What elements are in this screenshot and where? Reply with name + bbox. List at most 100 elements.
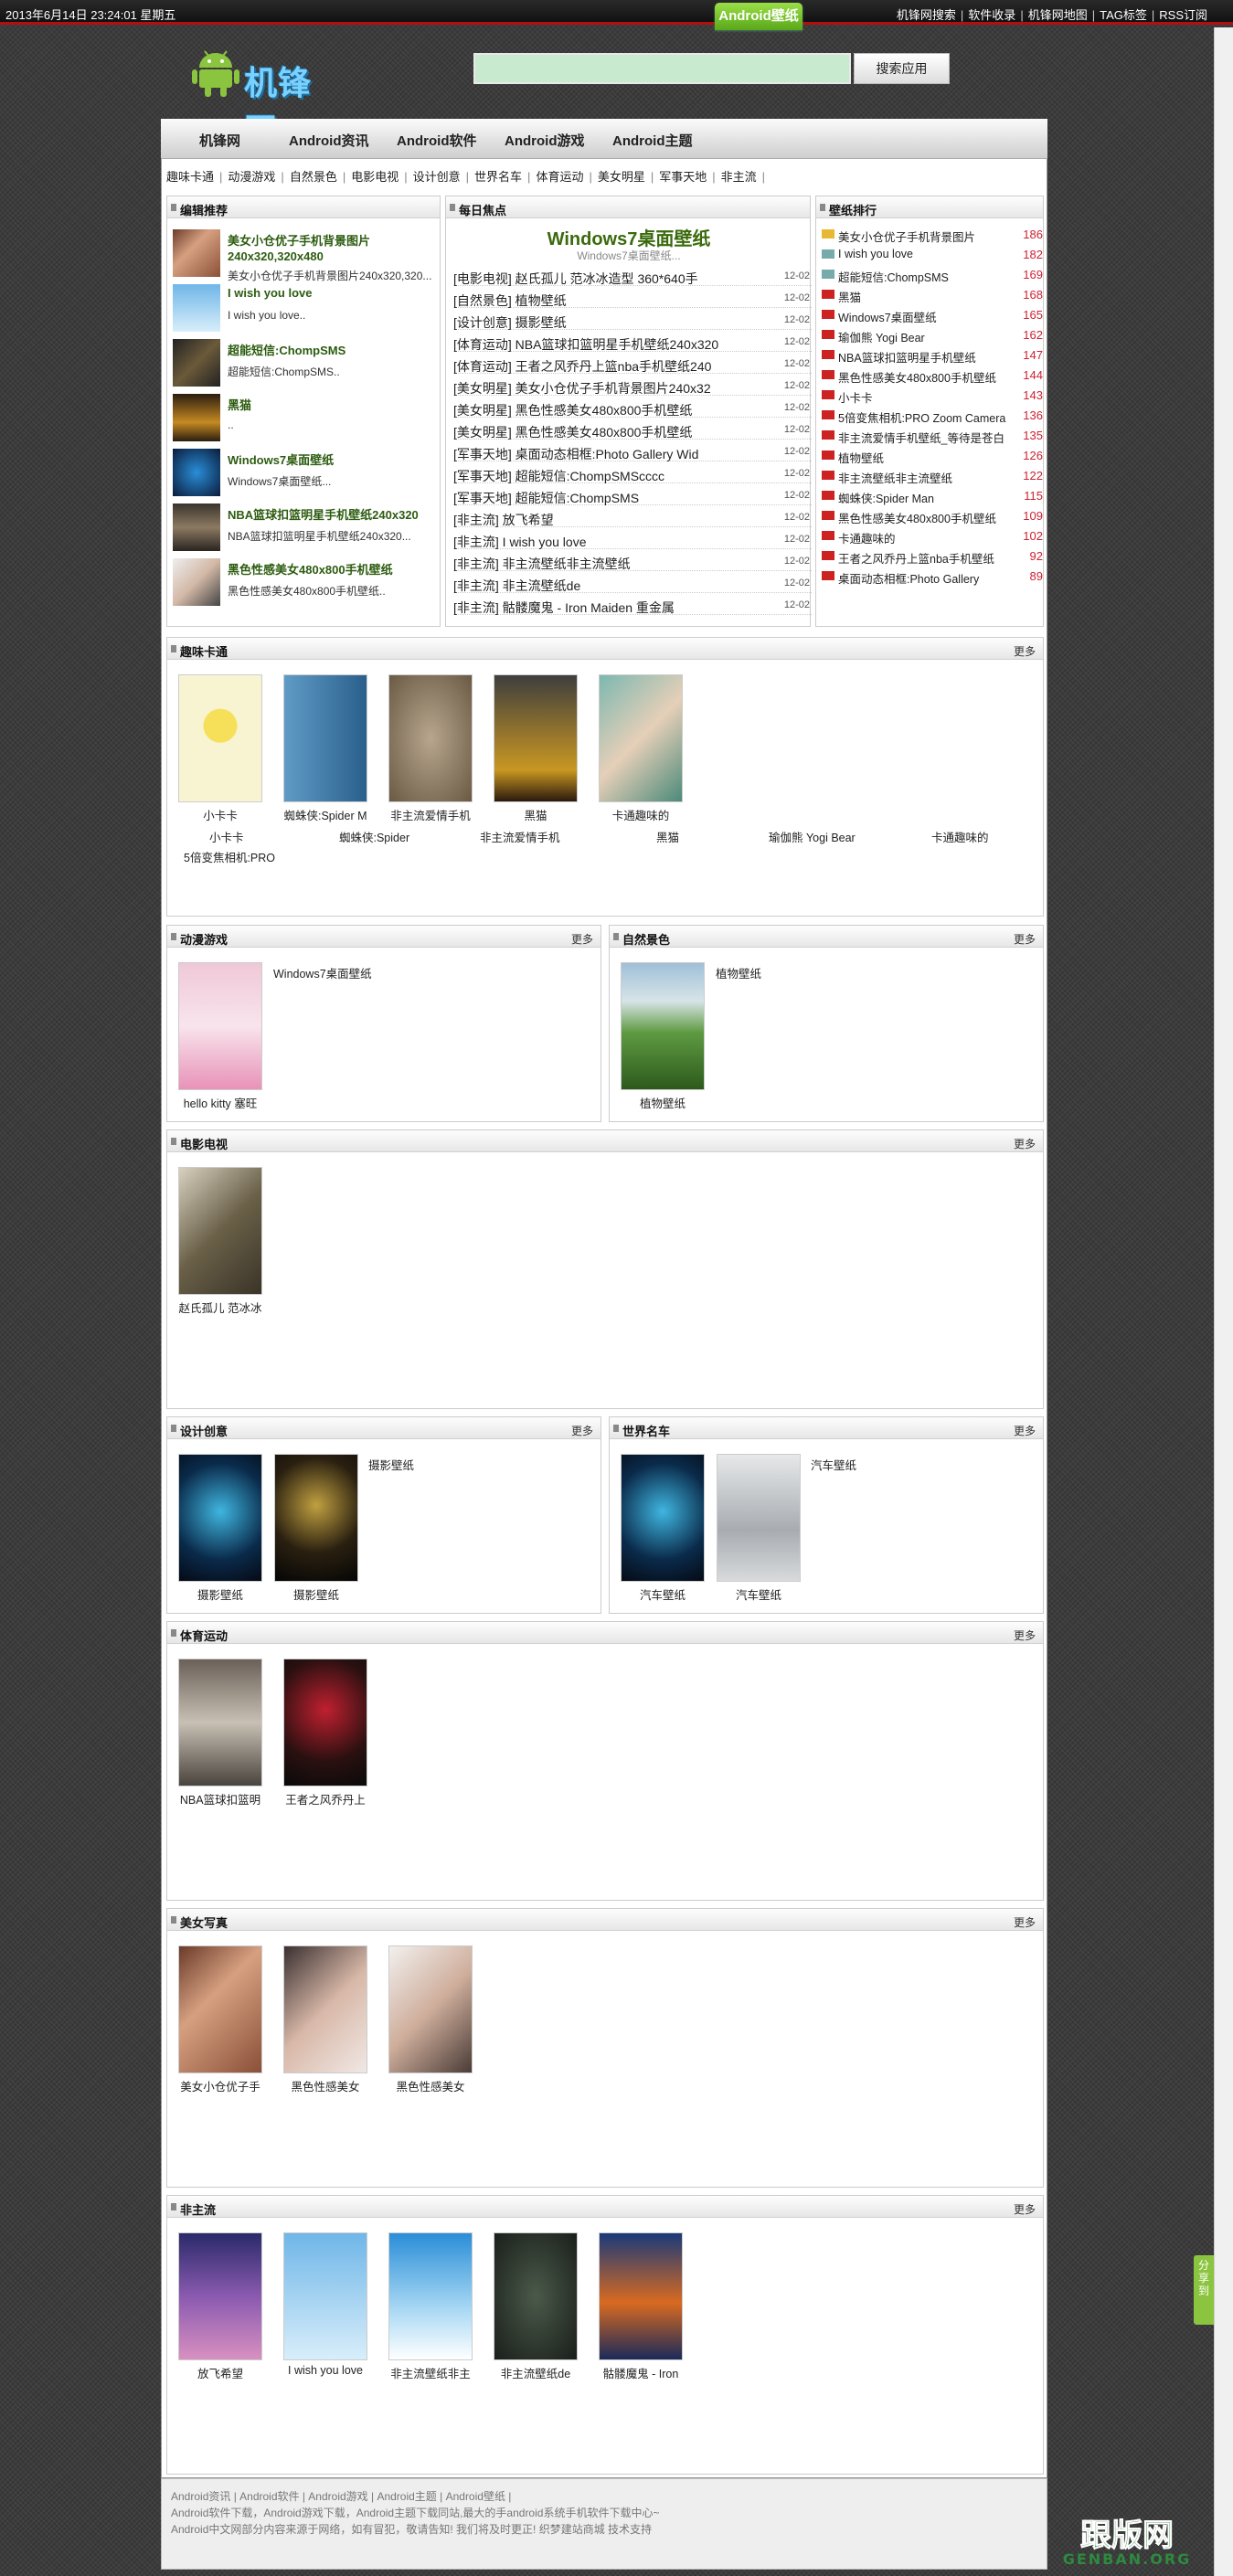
share-button[interactable]: 分享到 bbox=[1194, 2255, 1214, 2325]
rank-item-name[interactable]: 5倍变焦相机:PRO Zoom Camera bbox=[838, 408, 1012, 426]
focus-item-title[interactable]: [军事天地] 超能短信:ChompSMScccc bbox=[453, 467, 769, 485]
thumb-image[interactable] bbox=[717, 1454, 801, 1582]
rank-item-name[interactable]: 桌面动态相框:Photo Gallery bbox=[838, 569, 1012, 587]
thumb-image[interactable] bbox=[283, 1659, 367, 1786]
subnav-cars[interactable]: 世界名车 bbox=[474, 170, 522, 184]
focus-item-title[interactable]: [电影电视] 赵氏孤儿 范冰冰造型 360*640手 bbox=[453, 270, 769, 288]
nav-themes[interactable]: Android主题 bbox=[612, 131, 693, 150]
thumb-image[interactable] bbox=[178, 2232, 262, 2360]
text-link[interactable]: 非主流爱情手机 bbox=[480, 828, 560, 845]
rank-item-name[interactable]: 卡通趣味的 bbox=[838, 529, 1012, 546]
focus-list-item[interactable]: [自然景色] 植物壁纸 12-02 bbox=[453, 288, 812, 308]
nav-news[interactable]: Android资讯 bbox=[289, 131, 369, 150]
thumb-caption[interactable]: 黑色性感美女 bbox=[274, 2077, 377, 2094]
text-link[interactable]: 蜘蛛侠:Spider bbox=[339, 828, 409, 845]
thumb-image[interactable] bbox=[178, 674, 262, 802]
thumb-caption[interactable]: 小卡卡 bbox=[178, 806, 262, 823]
thumb-image[interactable] bbox=[283, 2232, 367, 2360]
thumb-image[interactable] bbox=[173, 339, 220, 387]
rank-item[interactable]: 黑色性感美女480x800手机壁纸 109 bbox=[822, 505, 1045, 525]
top-link-rss[interactable]: RSS订阅 bbox=[1159, 8, 1207, 22]
thumb-caption[interactable]: hello kitty 塞旺 bbox=[169, 1094, 271, 1111]
rank-item-name[interactable]: 植物壁纸 bbox=[838, 449, 1012, 466]
list-item[interactable]: Windows7桌面壁纸 Windows7桌面壁纸... bbox=[173, 447, 438, 498]
rank-item[interactable]: NBA篮球扣篮明星手机壁纸 147 bbox=[822, 345, 1045, 365]
rank-item-name[interactable]: 非主流壁纸非主流壁纸 bbox=[838, 469, 1012, 486]
subnav-indie[interactable]: 非主流 bbox=[721, 170, 757, 184]
thumb-caption[interactable]: 植物壁纸 bbox=[621, 1094, 705, 1111]
thumb-image[interactable] bbox=[283, 1945, 367, 2073]
rank-item[interactable]: 小卡卡 143 bbox=[822, 385, 1045, 405]
focus-list-item[interactable]: [体育运动] NBA篮球扣篮明星手机壁纸240x320 12-02 bbox=[453, 332, 812, 352]
more-link[interactable]: 更多 bbox=[1014, 1136, 1036, 1151]
rank-item[interactable]: 桌面动态相框:Photo Gallery 89 bbox=[822, 566, 1045, 586]
thumb-caption[interactable]: 摄影壁纸 bbox=[178, 1585, 262, 1603]
focus-item-title[interactable]: [美女明星] 黑色性感美女480x800手机壁纸 bbox=[453, 423, 769, 441]
thumb-caption[interactable]: 美女小仓优子手 bbox=[169, 2077, 271, 2094]
thumb-caption[interactable]: I wish you love bbox=[274, 2364, 377, 2377]
thumb-image[interactable] bbox=[178, 962, 262, 1090]
nav-games[interactable]: Android游戏 bbox=[505, 131, 585, 150]
thumb-caption[interactable]: 卡通趣味的 bbox=[599, 806, 683, 823]
rank-item[interactable]: 非主流壁纸非主流壁纸 122 bbox=[822, 465, 1045, 485]
text-link[interactable]: 小卡卡 bbox=[209, 828, 244, 845]
thumb-caption[interactable]: 摄影壁纸 bbox=[274, 1585, 358, 1603]
thumb-image[interactable] bbox=[388, 1945, 473, 2073]
thumb-image[interactable] bbox=[178, 1167, 262, 1295]
rank-item[interactable]: 非主流爱情手机壁纸_等待是苍白 135 bbox=[822, 425, 1045, 445]
nav-home[interactable]: 机锋网 bbox=[199, 131, 240, 150]
nav-software[interactable]: Android软件 bbox=[397, 131, 477, 150]
rank-item[interactable]: 美女小仓优子手机背景图片 186 bbox=[822, 224, 1045, 244]
list-item[interactable]: 超能短信:ChompSMS 超能短信:ChompSMS.. bbox=[173, 337, 438, 388]
rank-item-name[interactable]: 美女小仓优子手机背景图片 bbox=[838, 228, 1012, 245]
focus-item-title[interactable]: [非主流] 放飞希望 bbox=[453, 511, 769, 529]
text-link[interactable]: 瑜伽熊 Yogi Bear bbox=[769, 828, 856, 845]
focus-list-item[interactable]: [电影电视] 赵氏孤儿 范冰冰造型 360*640手 12-02 bbox=[453, 266, 812, 286]
focus-list-item[interactable]: [军事天地] 超能短信:ChompSMS 12-02 bbox=[453, 485, 812, 505]
rank-item-name[interactable]: 黑色性感美女480x800手机壁纸 bbox=[838, 509, 1012, 526]
rank-item[interactable]: Windows7桌面壁纸 165 bbox=[822, 304, 1045, 324]
focus-item-title[interactable]: [非主流] 非主流壁纸de bbox=[453, 577, 769, 595]
focus-item-title[interactable]: [美女明星] 美女小仓优子手机背景图片240x32 bbox=[453, 379, 769, 398]
thumb-image[interactable] bbox=[178, 1945, 262, 2073]
list-item[interactable]: NBA篮球扣篮明星手机壁纸240x320 NBA篮球扣篮明星手机壁纸240x320… bbox=[173, 502, 438, 553]
focus-item-title[interactable]: [非主流] 非主流壁纸非主流壁纸 bbox=[453, 555, 769, 573]
rank-item-name[interactable]: 黑色性感美女480x800手机壁纸 bbox=[838, 368, 1012, 386]
text-link[interactable]: 卡通趣味的 bbox=[931, 828, 989, 845]
rank-item[interactable]: 超能短信:ChompSMS 169 bbox=[822, 264, 1045, 284]
top-link-soft[interactable]: 软件收录 bbox=[968, 8, 1015, 22]
text-link[interactable]: 植物壁纸 bbox=[716, 964, 761, 981]
subnav-nature[interactable]: 自然景色 bbox=[290, 170, 337, 184]
more-link[interactable]: 更多 bbox=[1014, 1914, 1036, 1930]
subnav-sports[interactable]: 体育运动 bbox=[536, 170, 583, 184]
rank-item[interactable]: 黑色性感美女480x800手机壁纸 144 bbox=[822, 365, 1045, 385]
thumb-caption[interactable]: 赵氏孤儿 范冰冰 bbox=[169, 1299, 271, 1316]
focus-item-title[interactable]: [设计创意] 摄影壁纸 bbox=[453, 313, 769, 332]
thumb-caption[interactable]: 汽车壁纸 bbox=[717, 1585, 801, 1603]
footer-links[interactable]: Android资讯 | Android软件 | Android游戏 | Andr… bbox=[171, 2488, 511, 2504]
text-link[interactable]: 5倍变焦相机:PRO bbox=[184, 848, 275, 865]
rank-item[interactable]: 瑜伽熊 Yogi Bear 162 bbox=[822, 324, 1045, 345]
top-link-search[interactable]: 机锋网搜索 bbox=[897, 8, 956, 22]
rank-item-name[interactable]: 非主流爱情手机壁纸_等待是苍白 bbox=[838, 429, 1012, 446]
thumb-image[interactable] bbox=[621, 1454, 705, 1582]
nav-wallpaper-active[interactable]: Android壁纸 bbox=[715, 3, 803, 30]
text-link[interactable]: 摄影壁纸 bbox=[368, 1456, 414, 1473]
rank-item[interactable]: 卡通趣味的 102 bbox=[822, 525, 1045, 546]
search-button[interactable]: 搜索应用 bbox=[854, 53, 950, 84]
focus-item-title[interactable]: [非主流] 骷髅魔鬼 - Iron Maiden 重金属 bbox=[453, 599, 769, 617]
focus-list-item[interactable]: [非主流] I wish you love 12-02 bbox=[453, 529, 812, 549]
focus-list-item[interactable]: [军事天地] 超能短信:ChompSMScccc 12-02 bbox=[453, 463, 812, 483]
rank-item[interactable]: 5倍变焦相机:PRO Zoom Camera 136 bbox=[822, 405, 1045, 425]
focus-list-item[interactable]: [军事天地] 桌面动态相框:Photo Gallery Wid 12-02 bbox=[453, 441, 812, 461]
focus-list-item[interactable]: [非主流] 非主流壁纸非主流壁纸 12-02 bbox=[453, 551, 812, 571]
focus-item-title[interactable]: [美女明星] 黑色性感美女480x800手机壁纸 bbox=[453, 401, 769, 419]
focus-list-item[interactable]: [非主流] 非主流壁纸de 12-02 bbox=[453, 573, 812, 593]
thumb-image[interactable] bbox=[178, 1454, 262, 1582]
rank-item-name[interactable]: 黑猫 bbox=[838, 288, 1012, 305]
thumb-image[interactable] bbox=[173, 449, 220, 496]
thumb-caption[interactable]: 黑色性感美女 bbox=[379, 2077, 482, 2094]
site-logo[interactable]: 机锋网 bbox=[187, 42, 343, 150]
thumb-caption[interactable]: 非主流爱情手机 bbox=[388, 806, 473, 823]
more-link[interactable]: 更多 bbox=[1014, 643, 1036, 659]
